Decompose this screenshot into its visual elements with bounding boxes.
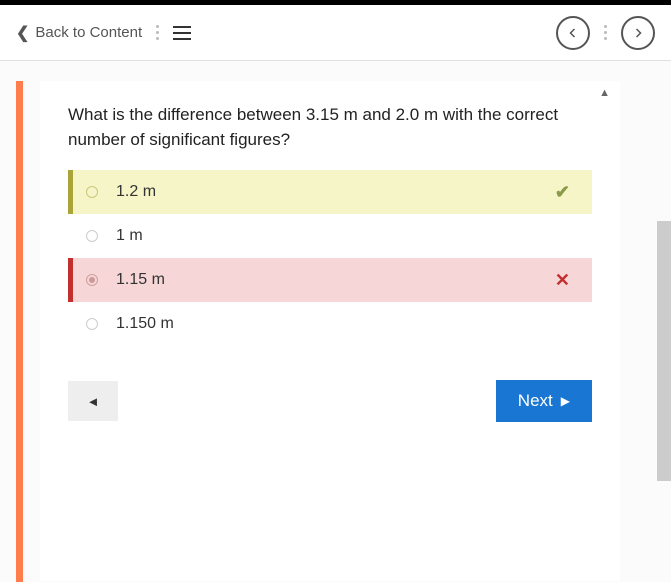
check-icon: ✔ <box>555 182 570 203</box>
content-area: ▲ What is the difference between 3.15 m … <box>0 61 671 582</box>
scroll-up-arrow-icon[interactable]: ▲ <box>599 87 610 99</box>
question-card: ▲ What is the difference between 3.15 m … <box>40 81 620 581</box>
question-nav: ◄ Next ▶ <box>68 380 592 422</box>
scrollbar-thumb[interactable] <box>657 221 671 481</box>
option-label: 1.2 m <box>116 183 555 201</box>
header-bar: ❮ Back to Content <box>0 5 671 61</box>
radio-icon <box>86 230 98 242</box>
option-row[interactable]: 1.15 m ✕ <box>68 258 592 302</box>
nav-prev-circle-button[interactable] <box>556 16 590 50</box>
prev-question-button[interactable]: ◄ <box>68 381 118 421</box>
chevron-right-icon <box>632 27 644 39</box>
option-row[interactable]: 1.150 m <box>68 302 592 346</box>
radio-icon <box>86 318 98 330</box>
nav-next-circle-button[interactable] <box>621 16 655 50</box>
triangle-left-icon: ◄ <box>87 394 100 409</box>
hamburger-menu-icon[interactable] <box>173 26 191 40</box>
option-row[interactable]: 1 m <box>68 214 592 258</box>
back-label: Back to Content <box>35 24 142 41</box>
x-icon: ✕ <box>555 270 570 291</box>
next-label: Next <box>518 391 553 411</box>
question-text: What is the difference between 3.15 m an… <box>68 103 592 152</box>
option-label: 1.15 m <box>116 271 555 289</box>
chevron-left-icon <box>567 27 579 39</box>
triangle-right-icon: ▶ <box>561 394 570 408</box>
option-row[interactable]: 1.2 m ✔ <box>68 170 592 214</box>
options-list: 1.2 m ✔ 1 m 1.15 m ✕ 1.150 m <box>68 170 592 346</box>
accent-bar <box>16 81 23 582</box>
kebab-menu-left[interactable] <box>156 25 159 40</box>
back-to-content-link[interactable]: ❮ Back to Content <box>16 23 142 43</box>
radio-icon <box>86 274 98 286</box>
kebab-menu-right[interactable] <box>604 25 607 40</box>
next-question-button[interactable]: Next ▶ <box>496 380 592 422</box>
option-label: 1.150 m <box>116 315 570 333</box>
option-label: 1 m <box>116 227 570 245</box>
chevron-left-icon: ❮ <box>16 23 29 43</box>
radio-icon <box>86 186 98 198</box>
